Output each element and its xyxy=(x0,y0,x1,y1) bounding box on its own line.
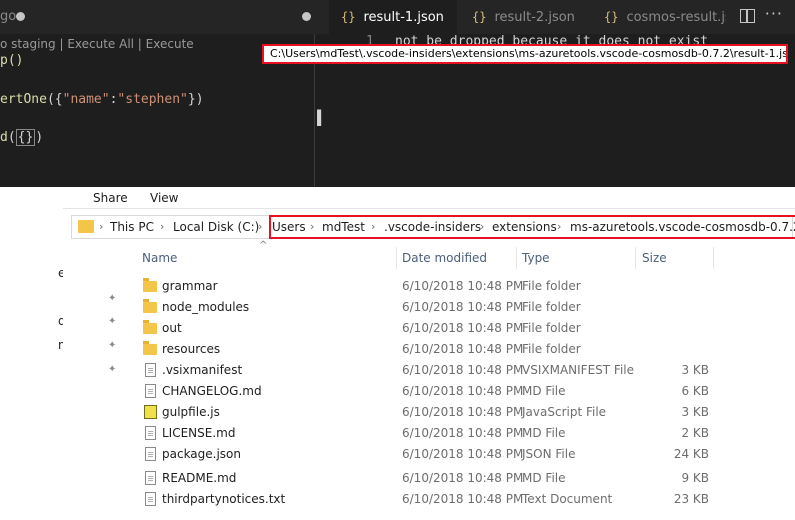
column-header-type[interactable]: Type xyxy=(522,251,550,265)
tab-cosmos-result-label: cosmos-result.json xyxy=(626,10,726,25)
document-icon xyxy=(145,426,156,440)
ribbon-tab-share[interactable]: Share xyxy=(93,191,128,205)
table-row[interactable]: README.md 6/10/2018 10:48 PM MD File 9 K… xyxy=(63,468,795,489)
document-icon xyxy=(145,492,156,506)
vscode-editor-window: go {} result-1.json {} result-2.json {} cos… xyxy=(0,0,795,187)
column-header-date[interactable]: Date modified xyxy=(402,251,487,265)
pin-icon[interactable]: ✦ xyxy=(108,293,117,304)
table-row[interactable]: thirdpartynotices.txt 6/10/2018 10:48 PM… xyxy=(63,489,795,510)
document-icon xyxy=(145,471,156,485)
breadcrumb-this-pc[interactable]: This PC xyxy=(110,220,154,234)
folder-icon xyxy=(143,320,157,334)
table-row[interactable]: grammar 6/10/2018 10:48 PM File folder xyxy=(63,276,795,297)
more-actions-icon[interactable]: ··· xyxy=(765,4,783,23)
javascript-file-icon xyxy=(144,405,157,419)
pin-icon[interactable]: ✦ xyxy=(108,340,117,351)
file-explorer-window: Share View › This PC › Local Disk (C:) ›… xyxy=(63,187,795,470)
json-file-icon-3: {} xyxy=(604,10,619,24)
table-row[interactable]: LICENSE.md 6/10/2018 10:48 PM MD File 2 … xyxy=(63,423,795,444)
tab-result-1-json[interactable]: {} result-1.json xyxy=(329,0,457,34)
column-header-name[interactable]: Name xyxy=(142,251,177,265)
address-bar[interactable]: › This PC › Local Disk (C:) › Users › md… xyxy=(71,215,795,239)
unsaved-dot-icon-2 xyxy=(302,12,311,21)
json-file-icon: {} xyxy=(341,10,356,24)
file-path-tooltip: C:\Users\mdTest\.vscode-insiders\extensi… xyxy=(262,44,788,64)
tab-result-2-label: result-2.json xyxy=(494,10,575,25)
codelens-actions[interactable]: o staging | Execute All | Execute xyxy=(0,37,194,51)
code-line-3: d({}) xyxy=(0,129,44,146)
chevron-right-icon[interactable]: › xyxy=(160,220,164,233)
unsaved-dot-icon xyxy=(16,12,25,21)
column-header-size[interactable]: Size xyxy=(642,251,667,265)
folder-icon xyxy=(143,341,157,355)
table-row[interactable]: package.json 6/10/2018 10:48 PM JSON Fil… xyxy=(63,444,795,465)
sort-ascending-icon: ^ xyxy=(259,240,268,251)
column-divider[interactable] xyxy=(713,247,714,269)
code-line-1: p() xyxy=(0,53,24,68)
file-list-continuation: README.md 6/10/2018 10:48 PM MD File 9 K… xyxy=(0,470,795,520)
document-icon xyxy=(145,384,156,398)
code-line-2: ertOne({"name":"stephen"}) xyxy=(0,92,204,107)
pin-icon[interactable]: ✦ xyxy=(108,364,117,375)
json-file-icon-2: {} xyxy=(472,10,487,24)
tab-go-label: go xyxy=(0,9,17,24)
tab-result-2-json[interactable]: {} result-2.json xyxy=(460,0,590,34)
chevron-right-icon[interactable]: › xyxy=(258,220,262,233)
chevron-right-icon[interactable]: › xyxy=(99,220,103,233)
tab-cosmos-result-json[interactable]: {} cosmos-result.json xyxy=(592,0,726,34)
table-row[interactable]: out 6/10/2018 10:48 PM File folder xyxy=(63,318,795,339)
pin-icon[interactable]: ✦ xyxy=(108,316,117,327)
column-divider[interactable] xyxy=(396,247,397,269)
breadcrumb-local-disk[interactable]: Local Disk (C:) xyxy=(173,220,259,234)
folder-icon xyxy=(78,220,94,233)
table-row[interactable]: resources 6/10/2018 10:48 PM File folder xyxy=(63,339,795,360)
table-row[interactable]: gulpfile.js 6/10/2018 10:48 PM JavaScrip… xyxy=(63,402,795,423)
folder-icon xyxy=(143,278,157,292)
split-editor-icon[interactable] xyxy=(740,9,755,23)
ribbon-tab-view[interactable]: View xyxy=(150,191,178,205)
column-headers: ^ Name Date modified Type Size xyxy=(63,240,795,271)
table-row[interactable]: CHANGELOG.md 6/10/2018 10:48 PM MD File … xyxy=(63,381,795,402)
tab-result-1-label: result-1.json xyxy=(363,10,444,25)
editor-tab-bar: go {} result-1.json {} result-2.json {} cos… xyxy=(0,0,795,34)
ribbon-tabs: Share View xyxy=(63,187,795,209)
text-cursor-icon: I xyxy=(315,107,324,132)
table-row[interactable]: node_modules 6/10/2018 10:48 PM File fol… xyxy=(63,297,795,318)
breadcrumb-highlight-box xyxy=(269,215,795,239)
folder-icon xyxy=(143,299,157,313)
document-icon xyxy=(145,447,156,461)
table-row[interactable]: .vsixmanifest 6/10/2018 10:48 PM VSIXMAN… xyxy=(63,360,795,381)
document-icon xyxy=(145,363,156,377)
column-divider[interactable] xyxy=(516,247,517,269)
column-divider[interactable] xyxy=(635,247,636,269)
